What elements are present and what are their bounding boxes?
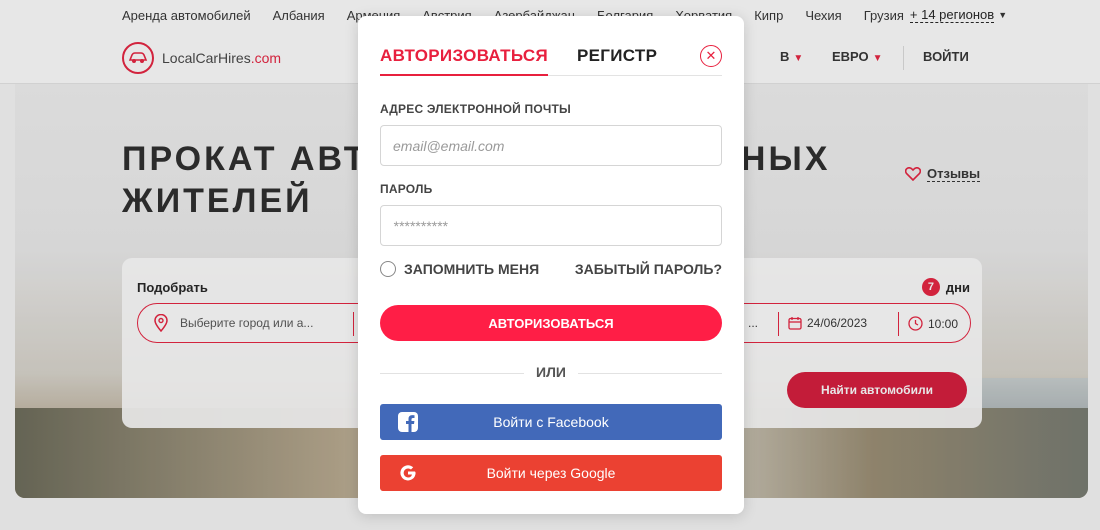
remember-me-radio[interactable]: [380, 261, 396, 277]
forgot-password-link[interactable]: ЗАБЫТЫЙ ПАРОЛЬ?: [575, 261, 722, 277]
remember-me-option[interactable]: ЗАПОМНИТЬ МЕНЯ: [380, 261, 539, 277]
tab-login[interactable]: АВТОРИЗОВАТЬСЯ: [380, 46, 549, 76]
google-login-button[interactable]: Войти через Google: [380, 455, 722, 491]
facebook-icon: [398, 412, 418, 432]
password-field[interactable]: [380, 205, 722, 246]
tab-register[interactable]: РЕГИСТР: [577, 46, 657, 66]
close-icon[interactable]: ✕: [700, 45, 722, 67]
login-button[interactable]: АВТОРИЗОВАТЬСЯ: [380, 305, 722, 341]
or-label: ИЛИ: [524, 364, 578, 380]
login-modal: АВТОРИЗОВАТЬСЯ РЕГИСТР ✕ АДРЕС ЭЛЕКТРОНН…: [358, 16, 744, 514]
email-label: АДРЕС ЭЛЕКТРОННОЙ ПОЧТЫ: [380, 102, 571, 116]
email-field[interactable]: [380, 125, 722, 166]
google-icon: [398, 463, 418, 483]
page: Аренда автомобилей Албания Армения Австр…: [0, 0, 1100, 530]
facebook-login-button[interactable]: Войти с Facebook: [380, 404, 722, 440]
auth-tabs: АВТОРИЗОВАТЬСЯ РЕГИСТР: [380, 46, 722, 76]
password-label: ПАРОЛЬ: [380, 182, 433, 196]
